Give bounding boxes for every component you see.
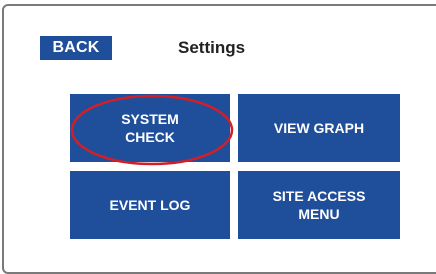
view-graph-button[interactable]: VIEW GRAPH	[238, 94, 400, 162]
system-check-label: SYSTEM CHECK	[121, 111, 179, 145]
event-log-label: EVENT LOG	[109, 197, 191, 213]
back-button[interactable]: BACK	[40, 36, 112, 60]
view-graph-label: VIEW GRAPH	[273, 120, 365, 136]
page-title: Settings	[178, 38, 246, 57]
system-check-button[interactable]: SYSTEM CHECK	[70, 94, 230, 162]
site-access-menu-label: SITE ACCESS MENU	[272, 188, 366, 222]
site-access-menu-button[interactable]: SITE ACCESS MENU	[238, 171, 400, 239]
event-log-button[interactable]: EVENT LOG	[70, 171, 230, 239]
